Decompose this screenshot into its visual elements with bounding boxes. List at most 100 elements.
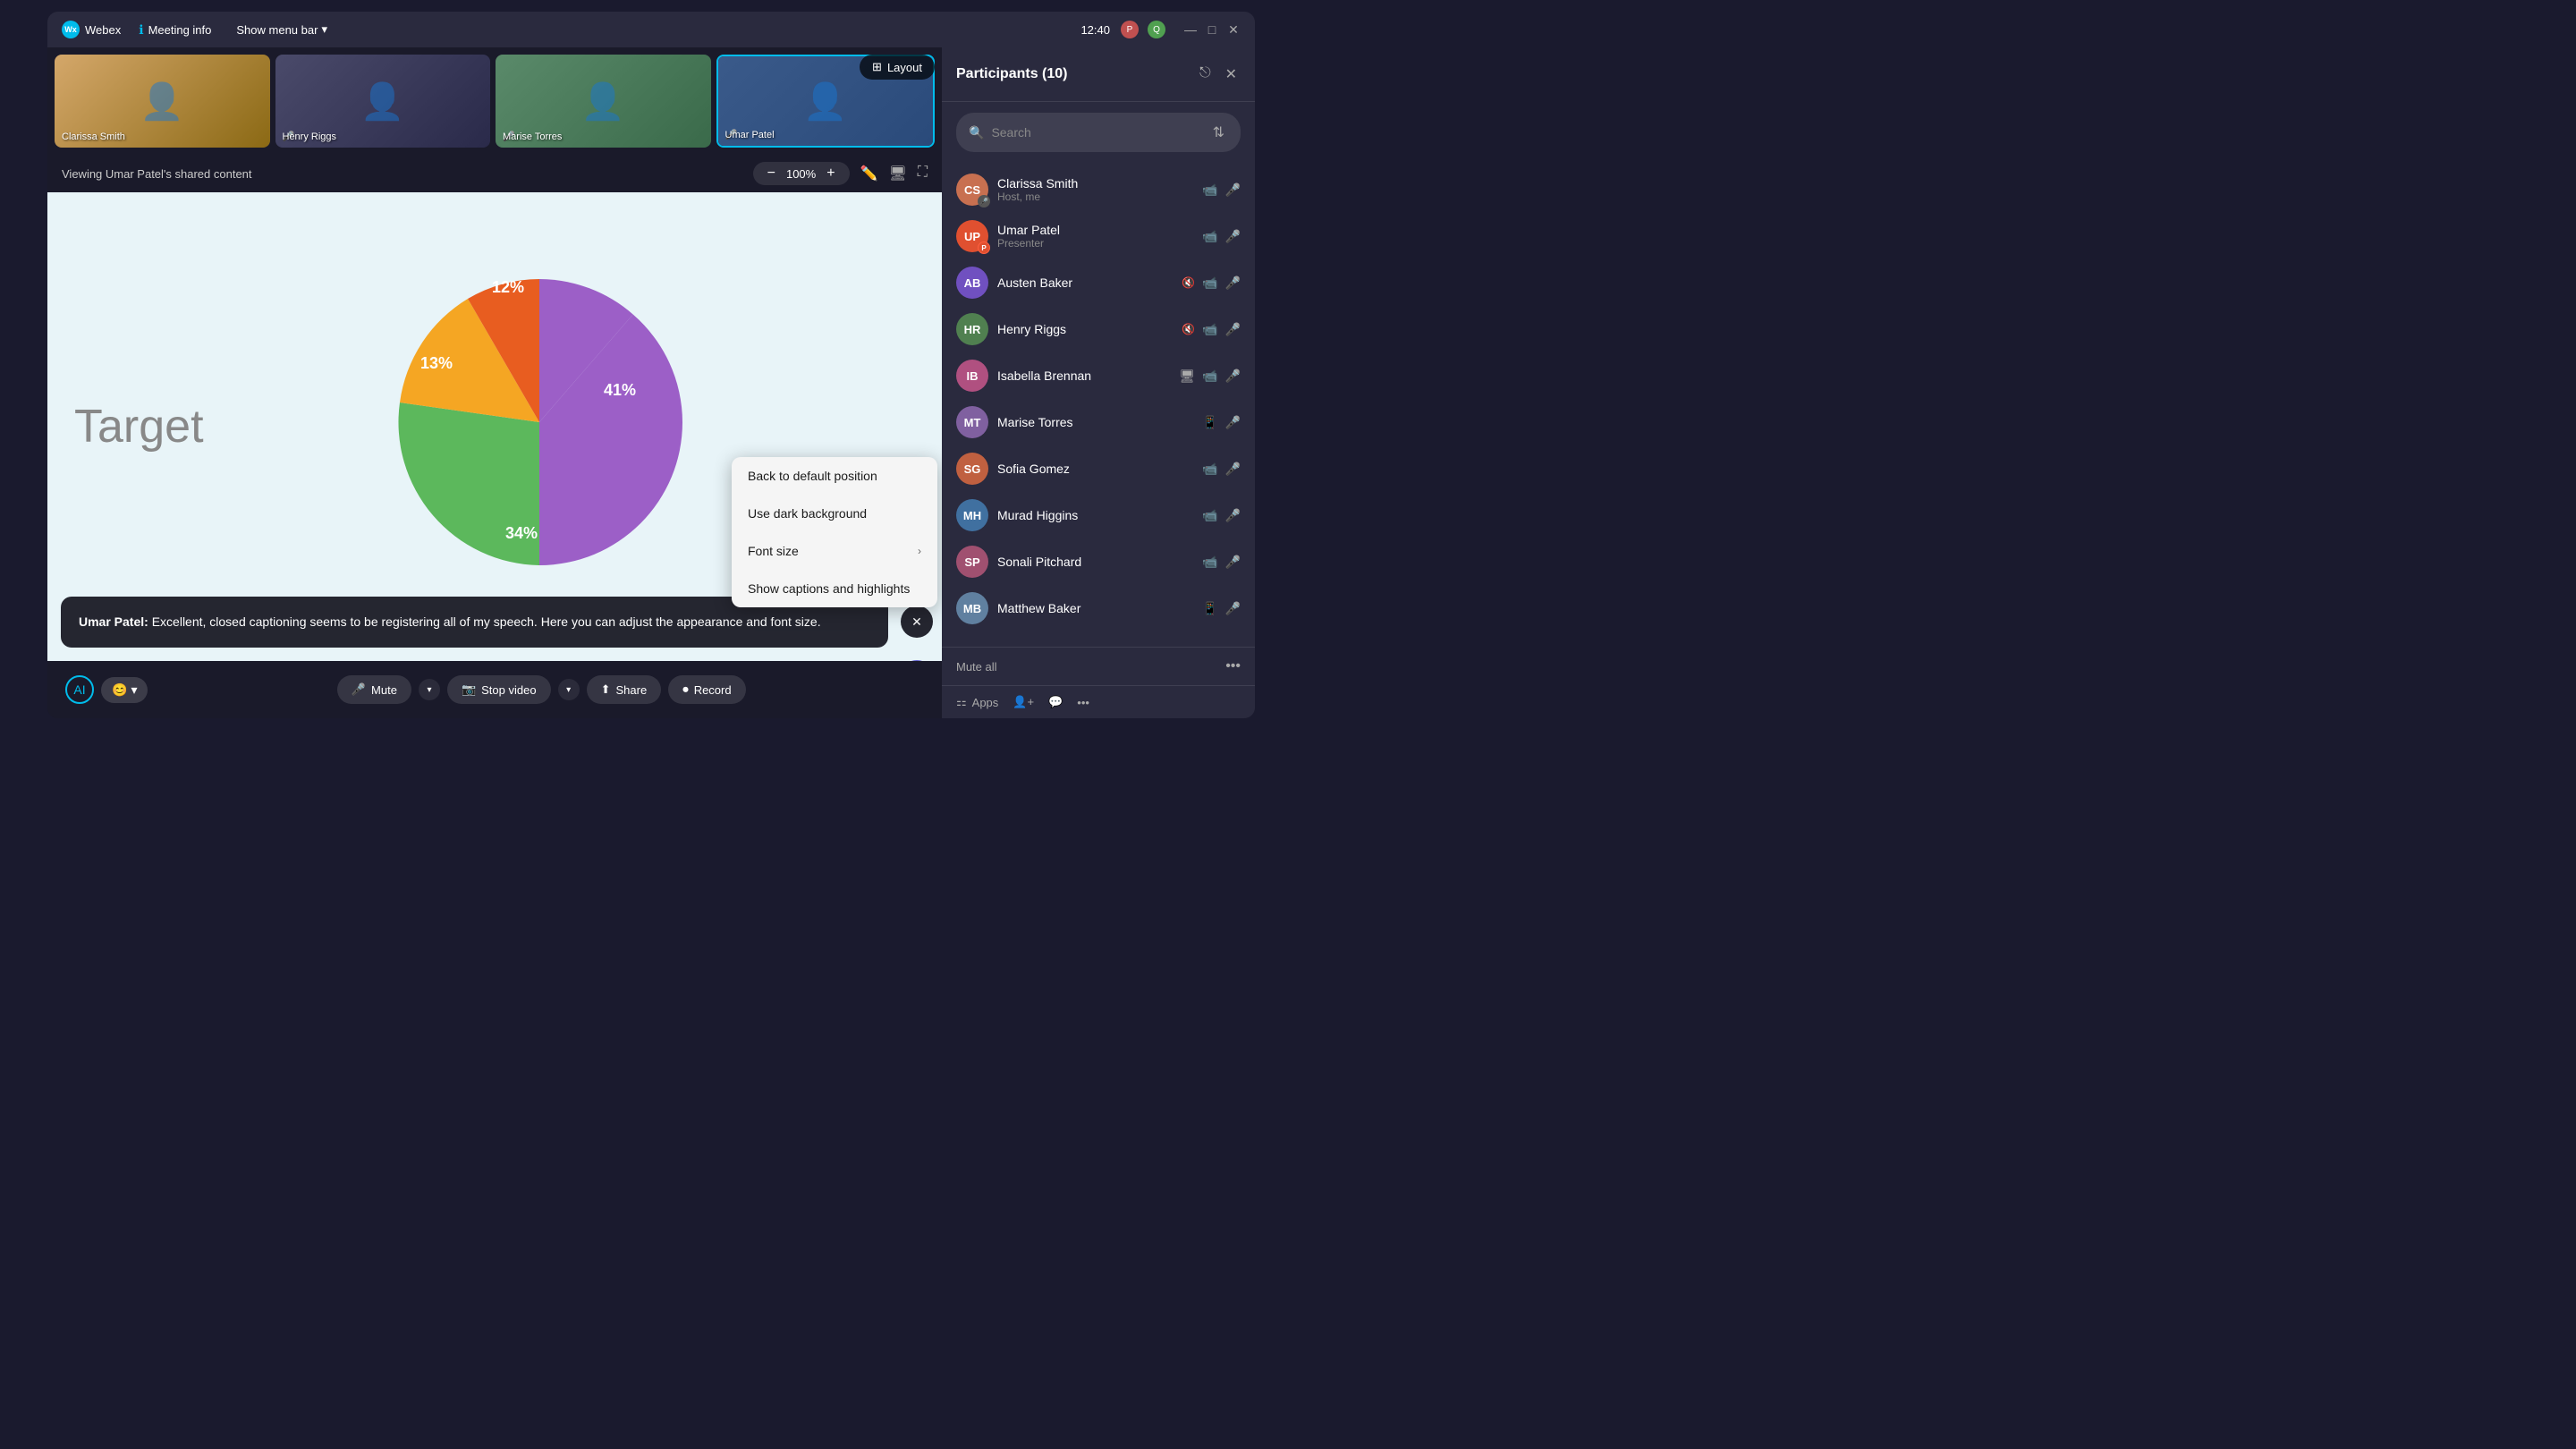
mute-dropdown[interactable]: ▾ [419, 679, 440, 700]
chat-icon: 💬 [1048, 695, 1063, 709]
participant-icons-henry: 🔇 📹 🎤 [1182, 322, 1241, 337]
screen-share-icon[interactable]: 🖥 [888, 165, 906, 182]
participant-icons-sonali: 📹 🎤 [1202, 555, 1241, 570]
participant-item-umar[interactable]: UP P Umar Patel Presenter 📹 🎤 [942, 213, 1255, 259]
participant-name-isabella: Isabella Brennan [997, 369, 1170, 383]
sidebar-header: Participants (10) ⎋ ✕ [942, 47, 1255, 102]
record-button[interactable]: ⏺ Record [668, 675, 745, 704]
zoom-controls: − 100% + [753, 162, 850, 185]
mic-icon: 🎤 [352, 682, 366, 697]
participant-item-isabella[interactable]: IB Isabella Brennan 🖥 📹 🎤 [942, 352, 1255, 399]
caption-close-button[interactable]: ✕ [901, 606, 933, 638]
thumbnail-name-marise: Marise Torres [503, 131, 562, 142]
mic-icon-clarissa: 🎤 [1225, 182, 1241, 198]
mic-muted-isabella: 🎤 [1225, 369, 1241, 384]
thumbnail-strip: 👤 Clarissa Smith 👤 🎤 Henry Riggs 👤 🎤 [47, 47, 942, 155]
webex-icon: Wx [62, 21, 80, 38]
mute-all-button[interactable]: Mute all [956, 660, 997, 674]
participant-item-marise[interactable]: MT Marise Torres 📱 🎤 [942, 399, 1255, 445]
minimize-button[interactable]: — [1183, 22, 1198, 37]
show-menu-button[interactable]: Show menu bar ▾ [229, 19, 335, 40]
video-icon-austen: 📹 [1202, 275, 1217, 291]
annotation-icon[interactable]: ✏️ [860, 165, 878, 182]
fullscreen-icon[interactable]: ⛶ [918, 165, 928, 182]
menu-item-back-default[interactable]: Back to default position [732, 457, 937, 495]
thumbnail-clarissa[interactable]: 👤 Clarissa Smith [55, 55, 270, 148]
avatar-umar: UP P [956, 220, 988, 252]
menu-item-font-size[interactable]: Font size › [732, 532, 937, 570]
participants-title: Participants (10) [956, 66, 1196, 82]
profile-icon-2[interactable]: Q [1148, 21, 1165, 38]
share-button[interactable]: ⬆ Share [587, 675, 662, 704]
participant-item-austen[interactable]: AB Austen Baker 🔇 📹 🎤 [942, 259, 1255, 306]
popout-icon[interactable]: ⎋ [1196, 62, 1215, 87]
thumbnail-name-henry: Henry Riggs [283, 131, 337, 142]
title-bar: Wx Webex ℹ Meeting info Show menu bar ▾ … [47, 12, 1255, 47]
close-button[interactable]: ✕ [1226, 22, 1241, 37]
zoom-in-button[interactable]: + [823, 165, 838, 182]
emoji-icon: 😊 [112, 682, 127, 698]
ai-assistant-button[interactable]: AI [65, 675, 94, 704]
participant-icons-umar: 📹 🎤 [1202, 229, 1241, 244]
add-participant-button[interactable]: 👤+ [1013, 695, 1034, 709]
svg-text:12%: 12% [492, 278, 524, 296]
menu-item-show-captions[interactable]: Show captions and highlights [732, 570, 937, 607]
content-area: 👤 Clarissa Smith 👤 🎤 Henry Riggs 👤 🎤 [47, 47, 1255, 718]
participants-search-box: 🔍 ⇅ [956, 113, 1241, 152]
participant-item-henry[interactable]: HR Henry Riggs 🔇 📹 🎤 [942, 306, 1255, 352]
chat-button[interactable]: 💬 [1048, 695, 1063, 709]
participant-info-sonali: Sonali Pitchard [997, 555, 1193, 569]
more-options-icon[interactable]: ••• [1225, 658, 1241, 674]
stop-video-button[interactable]: 📷 Stop video [447, 675, 551, 704]
search-input[interactable] [991, 125, 1201, 140]
participant-name-sofia: Sofia Gomez [997, 462, 1193, 476]
viewing-text: Viewing Umar Patel's shared content [62, 167, 742, 181]
participant-info-umar: Umar Patel Presenter [997, 223, 1193, 250]
menu-item-dark-bg[interactable]: Use dark background [732, 495, 937, 532]
participant-info-clarissa: Clarissa Smith Host, me [997, 176, 1193, 203]
chevron-icon: ▾ [131, 682, 137, 698]
participant-name-matthew: Matthew Baker [997, 601, 1193, 615]
svg-text:13%: 13% [420, 354, 453, 372]
viewing-bar: Viewing Umar Patel's shared content − 10… [47, 155, 942, 192]
apps-button[interactable]: ⚏ Apps [956, 695, 998, 709]
thumbnail-marise[interactable]: 👤 🎤 Marise Torres [496, 55, 711, 148]
participant-name-henry: Henry Riggs [997, 322, 1173, 336]
avatar-isabella: IB [956, 360, 988, 392]
more-button[interactable]: ••• [1077, 696, 1089, 709]
add-person-icon: 👤+ [1013, 695, 1034, 709]
caption-text: Excellent, closed captioning seems to be… [152, 614, 821, 629]
mic-muted-sonali: 🎤 [1225, 555, 1241, 570]
participant-icons-isabella: 🖥 📹 🎤 [1179, 369, 1241, 384]
video-dropdown[interactable]: ▾ [558, 679, 580, 700]
share-icon: ⬆ [601, 682, 611, 697]
sidebar-footer: ⚏ Apps 👤+ 💬 ••• [942, 685, 1255, 718]
avatar-austen: AB [956, 267, 988, 299]
participant-item-murad[interactable]: MH Murad Higgins 📹 🎤 [942, 492, 1255, 538]
layout-button[interactable]: ⊞ Layout [860, 55, 935, 80]
svg-text:41%: 41% [604, 381, 636, 399]
participant-info-murad: Murad Higgins [997, 508, 1193, 522]
thumbnail-henry[interactable]: 👤 🎤 Henry Riggs [275, 55, 491, 148]
chevron-down-icon: ▾ [321, 22, 327, 37]
participant-item-sonali[interactable]: SP Sonali Pitchard 📹 🎤 [942, 538, 1255, 585]
maximize-button[interactable]: □ [1205, 22, 1219, 37]
participant-item-sofia[interactable]: SG Sofia Gomez 📹 🎤 [942, 445, 1255, 492]
video-cam-isabella: 📹 [1202, 369, 1217, 384]
close-sidebar-icon[interactable]: ✕ [1222, 62, 1241, 87]
avatar-sofia: SG [956, 453, 988, 485]
zoom-out-button[interactable]: − [764, 165, 779, 182]
profile-icon-1[interactable]: P [1121, 21, 1139, 38]
caption-more-button[interactable]: ••• [901, 660, 933, 661]
participant-icons-sofia: 📹 🎤 [1202, 462, 1241, 477]
emoji-reaction-button[interactable]: 😊 ▾ [101, 677, 148, 703]
mic-muted-matthew: 🎤 [1225, 601, 1241, 616]
sort-button[interactable]: ⇅ [1209, 120, 1228, 145]
mute-button[interactable]: 🎤 Mute [337, 675, 411, 704]
toolbar-left: AI 😊 ▾ [65, 675, 148, 704]
participant-item-clarissa[interactable]: CS 🎤 Clarissa Smith Host, me 📹 🎤 [942, 166, 1255, 213]
participant-item-matthew[interactable]: MB Matthew Baker 📱 🎤 [942, 585, 1255, 631]
participant-name-marise: Marise Torres [997, 415, 1193, 429]
participant-icons-austen: 🔇 📹 🎤 [1182, 275, 1241, 291]
meeting-info-button[interactable]: ℹ Meeting info [131, 19, 218, 41]
